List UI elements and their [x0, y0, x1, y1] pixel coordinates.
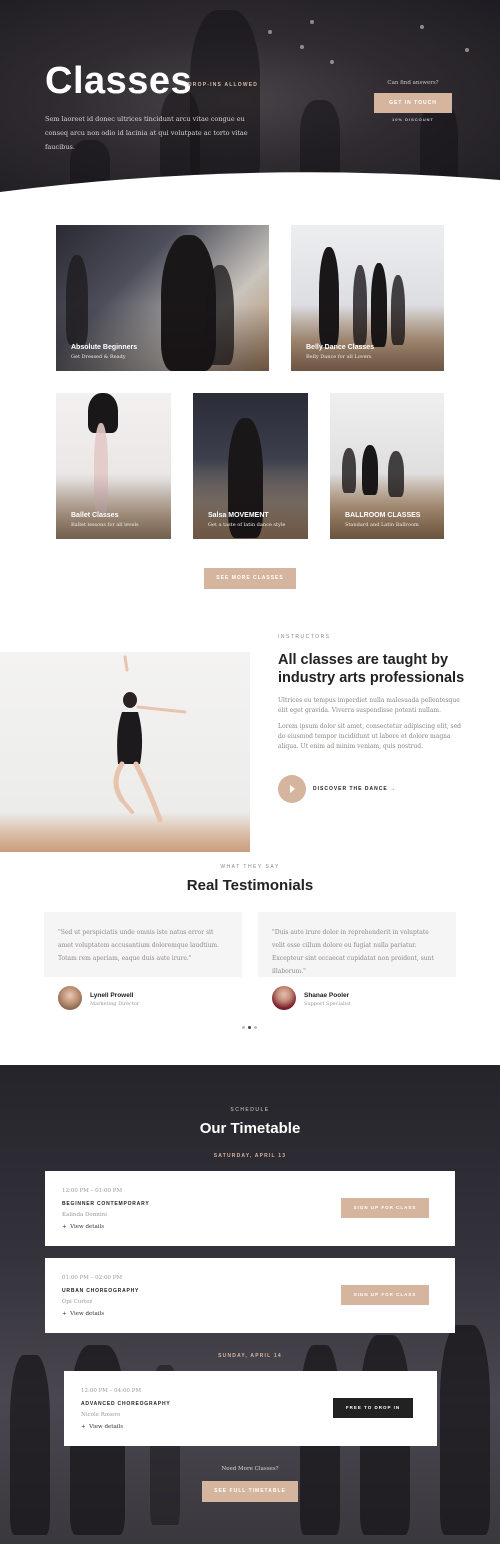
- view-details-link[interactable]: + View details: [81, 1424, 123, 1430]
- play-video-button[interactable]: [278, 775, 306, 803]
- discount-label: 10% DISCOUNT: [391, 117, 434, 122]
- slot-time: 12:00 PM – 01:00 PM: [62, 1188, 123, 1194]
- testimonials-title: Real Testimonials: [186, 877, 314, 894]
- instructors-paragraph: Ultrices eu tempus imperdiet nulla males…: [278, 697, 460, 714]
- avatar: [272, 986, 296, 1010]
- slot-instructor: Kalinda Donnini: [62, 1212, 107, 1218]
- class-card-title: Absolute Beginners: [71, 344, 138, 351]
- slot-instructor: Nicole Rosero: [81, 1412, 121, 1418]
- testimonials-eyebrow: WHAT THEY SAY: [220, 864, 280, 870]
- timetable-eyebrow: SCHEDULE: [230, 1107, 270, 1113]
- view-details-label: View details: [89, 1424, 124, 1430]
- class-card-title: Belly Dance Classes: [306, 344, 375, 351]
- class-card-title: BALLROOM CLASSES: [345, 512, 421, 519]
- slot-time: 12:00 PM – 04:00 PM: [81, 1388, 142, 1394]
- page-title: Classes: [45, 60, 193, 102]
- class-card-subtitle: Ballet lessons for all levels: [71, 522, 139, 528]
- class-card-title: Ballet Classes: [71, 512, 119, 519]
- class-card-subtitle: Get Dressed & Ready: [71, 354, 126, 360]
- slot-class-name: ADVANCED CHOREOGRAPHY: [81, 1401, 171, 1407]
- class-card[interactable]: Absolute Beginners Get Dressed & Ready: [56, 225, 269, 371]
- slot-time: 01:00 PM – 02:00 PM: [62, 1275, 123, 1281]
- class-slot: 12:00 PM – 01:00 PM BEGINNER CONTEMPORAR…: [45, 1171, 455, 1246]
- day-label: SUNDAY, APRIL 14: [218, 1353, 282, 1359]
- instructor-photo: [0, 652, 250, 852]
- drop-in-button[interactable]: FREE TO DROP IN: [333, 1398, 413, 1418]
- testimonial-role: Support Specialist: [304, 1001, 351, 1007]
- sign-up-button[interactable]: SIGN UP FOR CLASS: [341, 1198, 429, 1218]
- testimonial-quote: "Duis aute irure dolor in reprehenderit …: [258, 912, 456, 977]
- view-details-link[interactable]: + View details: [62, 1311, 104, 1317]
- testimonial-role: Marketing Director: [90, 1001, 140, 1007]
- discover-dance-link[interactable]: DISCOVER THE DANCE →: [313, 786, 396, 792]
- slot-class-name: URBAN CHOREOGRAPHY: [62, 1288, 140, 1294]
- view-details-label: View details: [70, 1311, 105, 1317]
- testimonial-name: Shanae Pooler: [304, 992, 350, 999]
- view-details-link[interactable]: + View details: [62, 1224, 104, 1230]
- testimonial-name: Lynell Prowell: [90, 992, 134, 999]
- instructors-paragraph: Lorem ipsum dolor sit amet, consectetur …: [278, 723, 462, 750]
- class-slot: 12:00 PM – 04:00 PM ADVANCED CHOREOGRAPH…: [64, 1371, 437, 1446]
- testimonial-quote: "Sed ut perspiciatis unde omnis iste nat…: [44, 912, 242, 977]
- class-slot: 01:00 PM – 02:00 PM URBAN CHOREOGRAPHY O…: [45, 1258, 455, 1333]
- slot-instructor: Opi Curtez: [62, 1299, 93, 1305]
- hero-tag: DROP-INS ALLOWED: [188, 82, 259, 88]
- class-card-title: Salsa MOVEMENT: [208, 512, 269, 519]
- carousel-dot[interactable]: [242, 1026, 245, 1029]
- class-card[interactable]: Salsa MOVEMENT Get a taste of latin danc…: [193, 393, 308, 539]
- class-card-subtitle: Get a taste of latin dance style: [208, 522, 286, 528]
- hero-question: Can find answers?: [387, 80, 439, 86]
- class-card[interactable]: Ballet Classes Ballet lessons for all le…: [56, 393, 171, 539]
- day-label: SATURDAY, APRIL 13: [213, 1153, 287, 1159]
- class-card-subtitle: Standard and Latin Ballroom: [345, 522, 419, 528]
- see-full-timetable-button[interactable]: SEE FULL TIMETABLE: [202, 1481, 298, 1502]
- carousel-dot[interactable]: [254, 1026, 257, 1029]
- view-details-label: View details: [70, 1224, 105, 1230]
- sign-up-button[interactable]: SIGN UP FOR CLASS: [341, 1285, 429, 1305]
- instructors-eyebrow: INSTRUCTORS: [278, 634, 331, 640]
- carousel-dot-active[interactable]: [248, 1026, 251, 1029]
- timetable-title: Our Timetable: [199, 1120, 301, 1137]
- avatar: [58, 986, 82, 1010]
- instructors-title: All classes are taught by industry arts …: [278, 652, 465, 686]
- class-card-subtitle: Belly Dance for all Lovers: [306, 354, 372, 360]
- hero-curve-divider: [0, 172, 500, 210]
- class-card[interactable]: Belly Dance Classes Belly Dance for all …: [291, 225, 444, 371]
- see-more-classes-button[interactable]: SEE MORE CLASSES: [204, 568, 296, 589]
- slot-class-name: BEGINNER CONTEMPORARY: [62, 1201, 150, 1207]
- need-more-classes-text: Need More Classes?: [221, 1466, 279, 1472]
- get-in-touch-button[interactable]: GET IN TOUCH: [374, 93, 452, 113]
- class-card[interactable]: BALLROOM CLASSES Standard and Latin Ball…: [330, 393, 444, 539]
- hero-description: Sem laoreet id donec ultrices tincidunt …: [45, 115, 248, 151]
